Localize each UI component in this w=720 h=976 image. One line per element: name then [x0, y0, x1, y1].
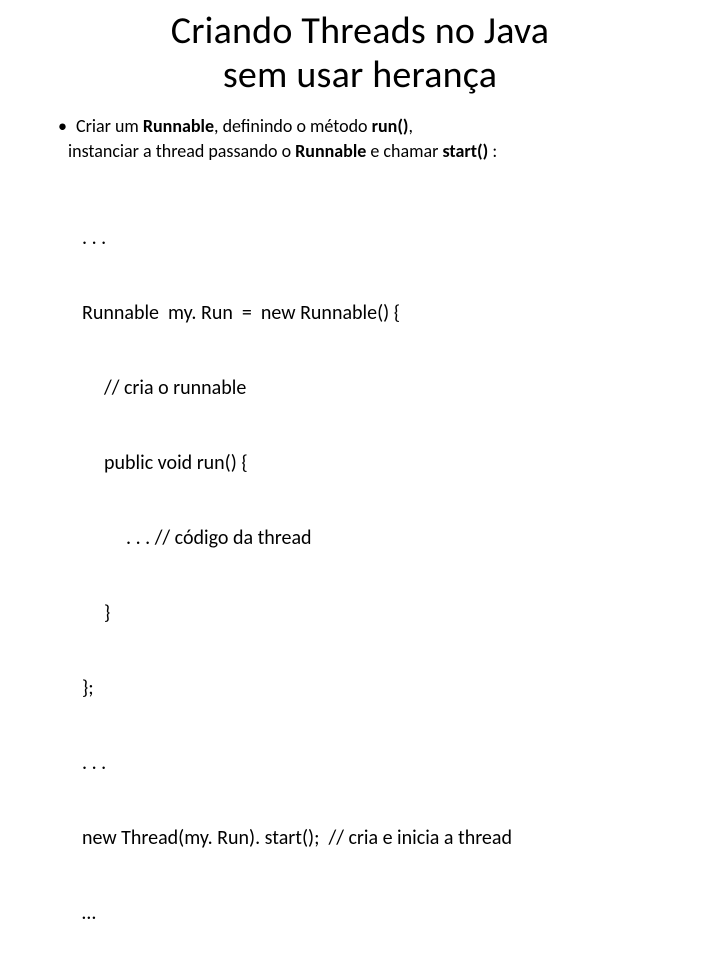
bullet-text-2: , definindo o método — [214, 115, 372, 137]
slide-title: Criando Threads no Java sem usar herança — [40, 10, 680, 97]
bullet-start: start() — [442, 140, 488, 162]
bullet-runnable: Runnable — [143, 115, 214, 137]
code-line: } — [82, 601, 680, 626]
title-line-1: Criando Threads no Java — [171, 8, 549, 54]
code-line: Runnable my. Run = new Runnable() { — [82, 301, 680, 326]
bullet-text-3: , — [409, 115, 414, 137]
bullet-text-1: Criar um — [76, 115, 143, 137]
code-line: new Thread(my. Run). start(); // cria e … — [82, 826, 680, 851]
code-line: . . . // código da thread — [82, 526, 680, 551]
bullet-runnable-2: Runnable — [295, 140, 366, 162]
bullet-text-6: : — [488, 140, 497, 162]
bullet-text-4: instanciar a thread passando o — [68, 140, 295, 162]
bullet-item: Criar um Runnable, definindo o método ru… — [62, 115, 680, 162]
code-line: … — [82, 901, 680, 926]
code-line: . . . — [82, 751, 680, 776]
code-line: . . . — [82, 226, 680, 251]
slide: Criando Threads no Java sem usar herança… — [0, 0, 720, 540]
bullet-run: run() — [372, 115, 409, 137]
code-line: public void run() { — [82, 451, 680, 476]
bullet-continuation: instanciar a thread passando o Runnable … — [68, 140, 680, 163]
bullet-text-5: e chamar — [366, 140, 442, 162]
code-line: }; — [82, 676, 680, 701]
title-line-2: sem usar herança — [223, 52, 497, 98]
bullet-list: Criar um Runnable, definindo o método ru… — [40, 115, 680, 162]
code-line: // cria o runnable — [82, 376, 680, 401]
code-block: . . . Runnable my. Run = new Runnable() … — [82, 176, 680, 976]
